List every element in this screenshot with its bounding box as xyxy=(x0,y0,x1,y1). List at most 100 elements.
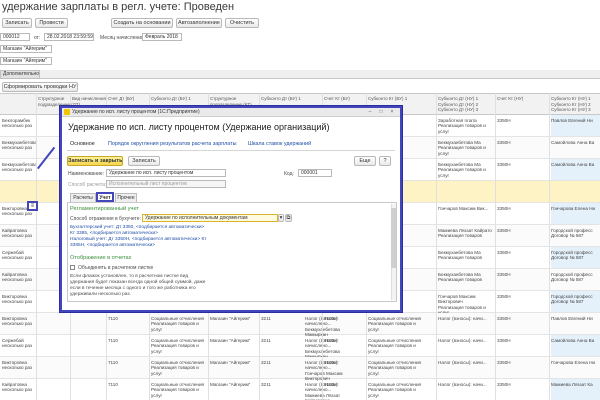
table-cell: 3350Н xyxy=(497,228,511,233)
organization-field[interactable]: Магазин "Айгерим" xyxy=(0,45,52,53)
table-cell: 3350Н xyxy=(497,250,511,255)
modal-save-button[interactable]: Записать xyxy=(128,156,160,166)
table-cell: Кайратовна несколько раз xyxy=(2,382,33,393)
table-cell: Социальные отчисления Реализация товаров… xyxy=(151,382,205,398)
table-cell: 3350Н xyxy=(497,382,511,387)
table-cell: 3350Н xyxy=(497,316,511,321)
name-field[interactable]: Удержание по исп. листу процентом xyxy=(106,169,226,177)
table-cell: Бекмуханбетова Ма Реализация товаров и у… xyxy=(438,162,486,178)
scrollbar-thumb[interactable] xyxy=(391,208,396,268)
table-cell: Магазин "Айгерим" xyxy=(210,316,251,321)
table-cell: Городской професс Договор № 587 xyxy=(551,228,593,239)
table-cell: Налог (взносы): начи... xyxy=(438,382,487,387)
tab-other[interactable]: Прочее xyxy=(115,193,137,202)
grid-header-cell[interactable]: Субконто Дт (БУ) 1 xyxy=(261,96,315,102)
department-field[interactable]: Магазин "Айгерим" xyxy=(0,57,52,65)
reflect-select[interactable]: Удержание по исполнительным документам xyxy=(142,214,278,222)
accounting-line-4[interactable]: 3385Н, <подбирается автоматически> xyxy=(70,243,155,249)
clear-button[interactable]: Очистить xyxy=(225,18,259,28)
method-field[interactable]: Исполнительный лист процентом xyxy=(106,180,226,188)
window-title: Удержание по исп. листу процентом (1С:Пр… xyxy=(72,109,200,115)
grid-column-divider xyxy=(495,93,496,400)
nav-main[interactable]: Основное xyxy=(70,141,95,147)
table-cell: Бекмуханбетова несколько раз xyxy=(2,140,37,151)
name-label: Наименование: xyxy=(68,171,105,177)
table-row[interactable]: Кайратовна несколько раз 7110 Социальные о… xyxy=(0,379,600,400)
grid-header-cell[interactable]: Субконто Дт (БУ) 1 xyxy=(151,96,205,102)
table-cell: Сержебай несколько раз xyxy=(2,338,33,349)
nav-separator xyxy=(67,150,395,151)
minimize-icon[interactable]: – xyxy=(367,109,373,115)
grid-column-divider xyxy=(549,93,550,400)
table-cell: Социальные отчисления Реализация товаров… xyxy=(151,316,205,332)
combine-checkbox[interactable] xyxy=(70,265,75,270)
table-cell: Самойлова Анна Ва xyxy=(551,140,595,145)
help-button[interactable]: ? xyxy=(379,156,391,166)
nav-rate-scale[interactable]: Шкала ставок удержаний xyxy=(248,141,311,147)
table-cell: Кайратовна несколько раз xyxy=(2,272,33,283)
tab-accounting[interactable]: Учет xyxy=(96,192,114,202)
table-cell: 3350Н xyxy=(497,294,511,299)
table-cell: Бекмуханбетова Ма Реализация товаров xyxy=(438,272,482,283)
close-icon[interactable]: × xyxy=(389,109,395,115)
table-cell: Налог (взносы): начи... xyxy=(438,338,487,343)
grid-header-cell[interactable]: Субконто Кт (БУ) 1 xyxy=(368,96,422,102)
table-row[interactable]: Викторовна несколько раз 7110 Социальные о… xyxy=(0,357,600,381)
date-label: от: xyxy=(34,35,41,41)
code-field[interactable]: 000001 xyxy=(298,169,332,177)
method-label: Способ расчета: xyxy=(68,182,107,188)
grid-header-cell[interactable]: Счет Кт (НУ) xyxy=(497,96,551,102)
accounting-line-3[interactable]: Налоговый учет: Дт 3350Н, <подбирается а… xyxy=(70,237,206,243)
table-cell: Викторовна несколько раз xyxy=(2,360,33,371)
table-row[interactable]: Викторовна несколько раз 7110 Социальные о… xyxy=(0,313,600,337)
accounting-line-1[interactable]: Бухгалтерский учет: Дт 3350, <подбираетс… xyxy=(70,225,204,231)
autofill-button[interactable]: Автозаполнение xyxy=(176,18,222,28)
accounting-line-2[interactable]: Кт 3385, <подбирается автоматически> xyxy=(70,231,158,237)
table-cell: Городской професс Договор № 587 xyxy=(551,294,593,305)
save-and-close-button[interactable]: Записать и закрыть xyxy=(67,156,123,166)
reflect-label: Способ отражения в бухучете: xyxy=(70,216,141,222)
table-cell: Магазин "Айгерим" xyxy=(210,360,251,365)
table-cell: Мамиева Ляззат Ка xyxy=(551,382,593,387)
table-cell: Павлов Евгений Ни xyxy=(551,118,593,123)
table-cell: Налог (взносы): начи... xyxy=(438,316,487,321)
table-row[interactable]: Сержебай несколько раз 7110 Социальные отч… xyxy=(0,335,600,359)
date-field[interactable]: 28.02.2018 23:59:59 xyxy=(44,33,94,41)
table-cell: Мамиева Ляззат Кайрато Реализация товаро… xyxy=(438,228,492,239)
create-based-on-button[interactable]: Создать на основании xyxy=(111,18,173,28)
document-tab-strip xyxy=(0,70,600,79)
generate-tax-entries-button[interactable]: Сформировать проводки НУ xyxy=(2,82,78,92)
open-form-icon[interactable]: ≡ xyxy=(27,201,38,211)
table-cell: Магазин "Айгерим" xyxy=(210,382,251,387)
note-line-1: Если флажок установлен, то в расчетном л… xyxy=(70,274,189,279)
document-number[interactable]: 000012 xyxy=(0,33,30,41)
table-cell: Городской професс Договор № 587 xyxy=(551,272,593,283)
more-button[interactable]: Еще xyxy=(354,156,376,166)
table-cell: Социальные отчисления Реализация товаров… xyxy=(151,360,205,376)
nav-rounding[interactable]: Порядок округления результатов расчета з… xyxy=(108,141,236,147)
dropdown-icon[interactable]: ▾ xyxy=(278,214,284,222)
table-cell: 3350Н xyxy=(497,272,511,277)
deduction-form-window: Удержание по исп. листу процентом (1С:Пр… xyxy=(60,106,402,312)
month-label: Месяц начисления: xyxy=(100,35,146,41)
table-cell: Социальные отчисления Реализация товаров… xyxy=(151,338,205,354)
post-button[interactable]: Провести xyxy=(35,18,68,28)
month-field[interactable]: Февраль 2018 xyxy=(142,33,182,41)
table-cell: 3350Н xyxy=(497,162,511,167)
open-icon[interactable]: ⧉ xyxy=(285,214,292,222)
table-cell: 3350Н xyxy=(497,118,511,123)
table-cell: Гончаров Максим Вик... xyxy=(438,206,489,211)
grid-header-cell[interactable]: Субконто Кт (НУ) 1 Субконто Кт (НУ) 2 Су… xyxy=(551,96,600,113)
code-label: Код: xyxy=(284,171,294,177)
save-button[interactable]: Записать xyxy=(2,18,32,28)
section-reports: Отображение в отчетах xyxy=(70,255,132,261)
grid-header-cell[interactable]: Субконто Дт (НУ) 1 Субконто Дт (НУ) 2 Су… xyxy=(438,96,492,113)
tab-additional[interactable]: Дополнительно xyxy=(0,70,40,79)
maximize-icon[interactable]: □ xyxy=(378,109,384,115)
grid-column-divider xyxy=(36,93,37,400)
form-heading: Удержание по исп. листу процентом (Удерж… xyxy=(68,122,330,132)
table-cell: 3350Н xyxy=(497,338,511,343)
section-regulated: Регламентированный учет xyxy=(70,206,139,212)
tab-calculations[interactable]: Расчеты xyxy=(70,193,96,202)
table-cell: Социальные отчисления Реализация товаров… xyxy=(368,382,422,398)
